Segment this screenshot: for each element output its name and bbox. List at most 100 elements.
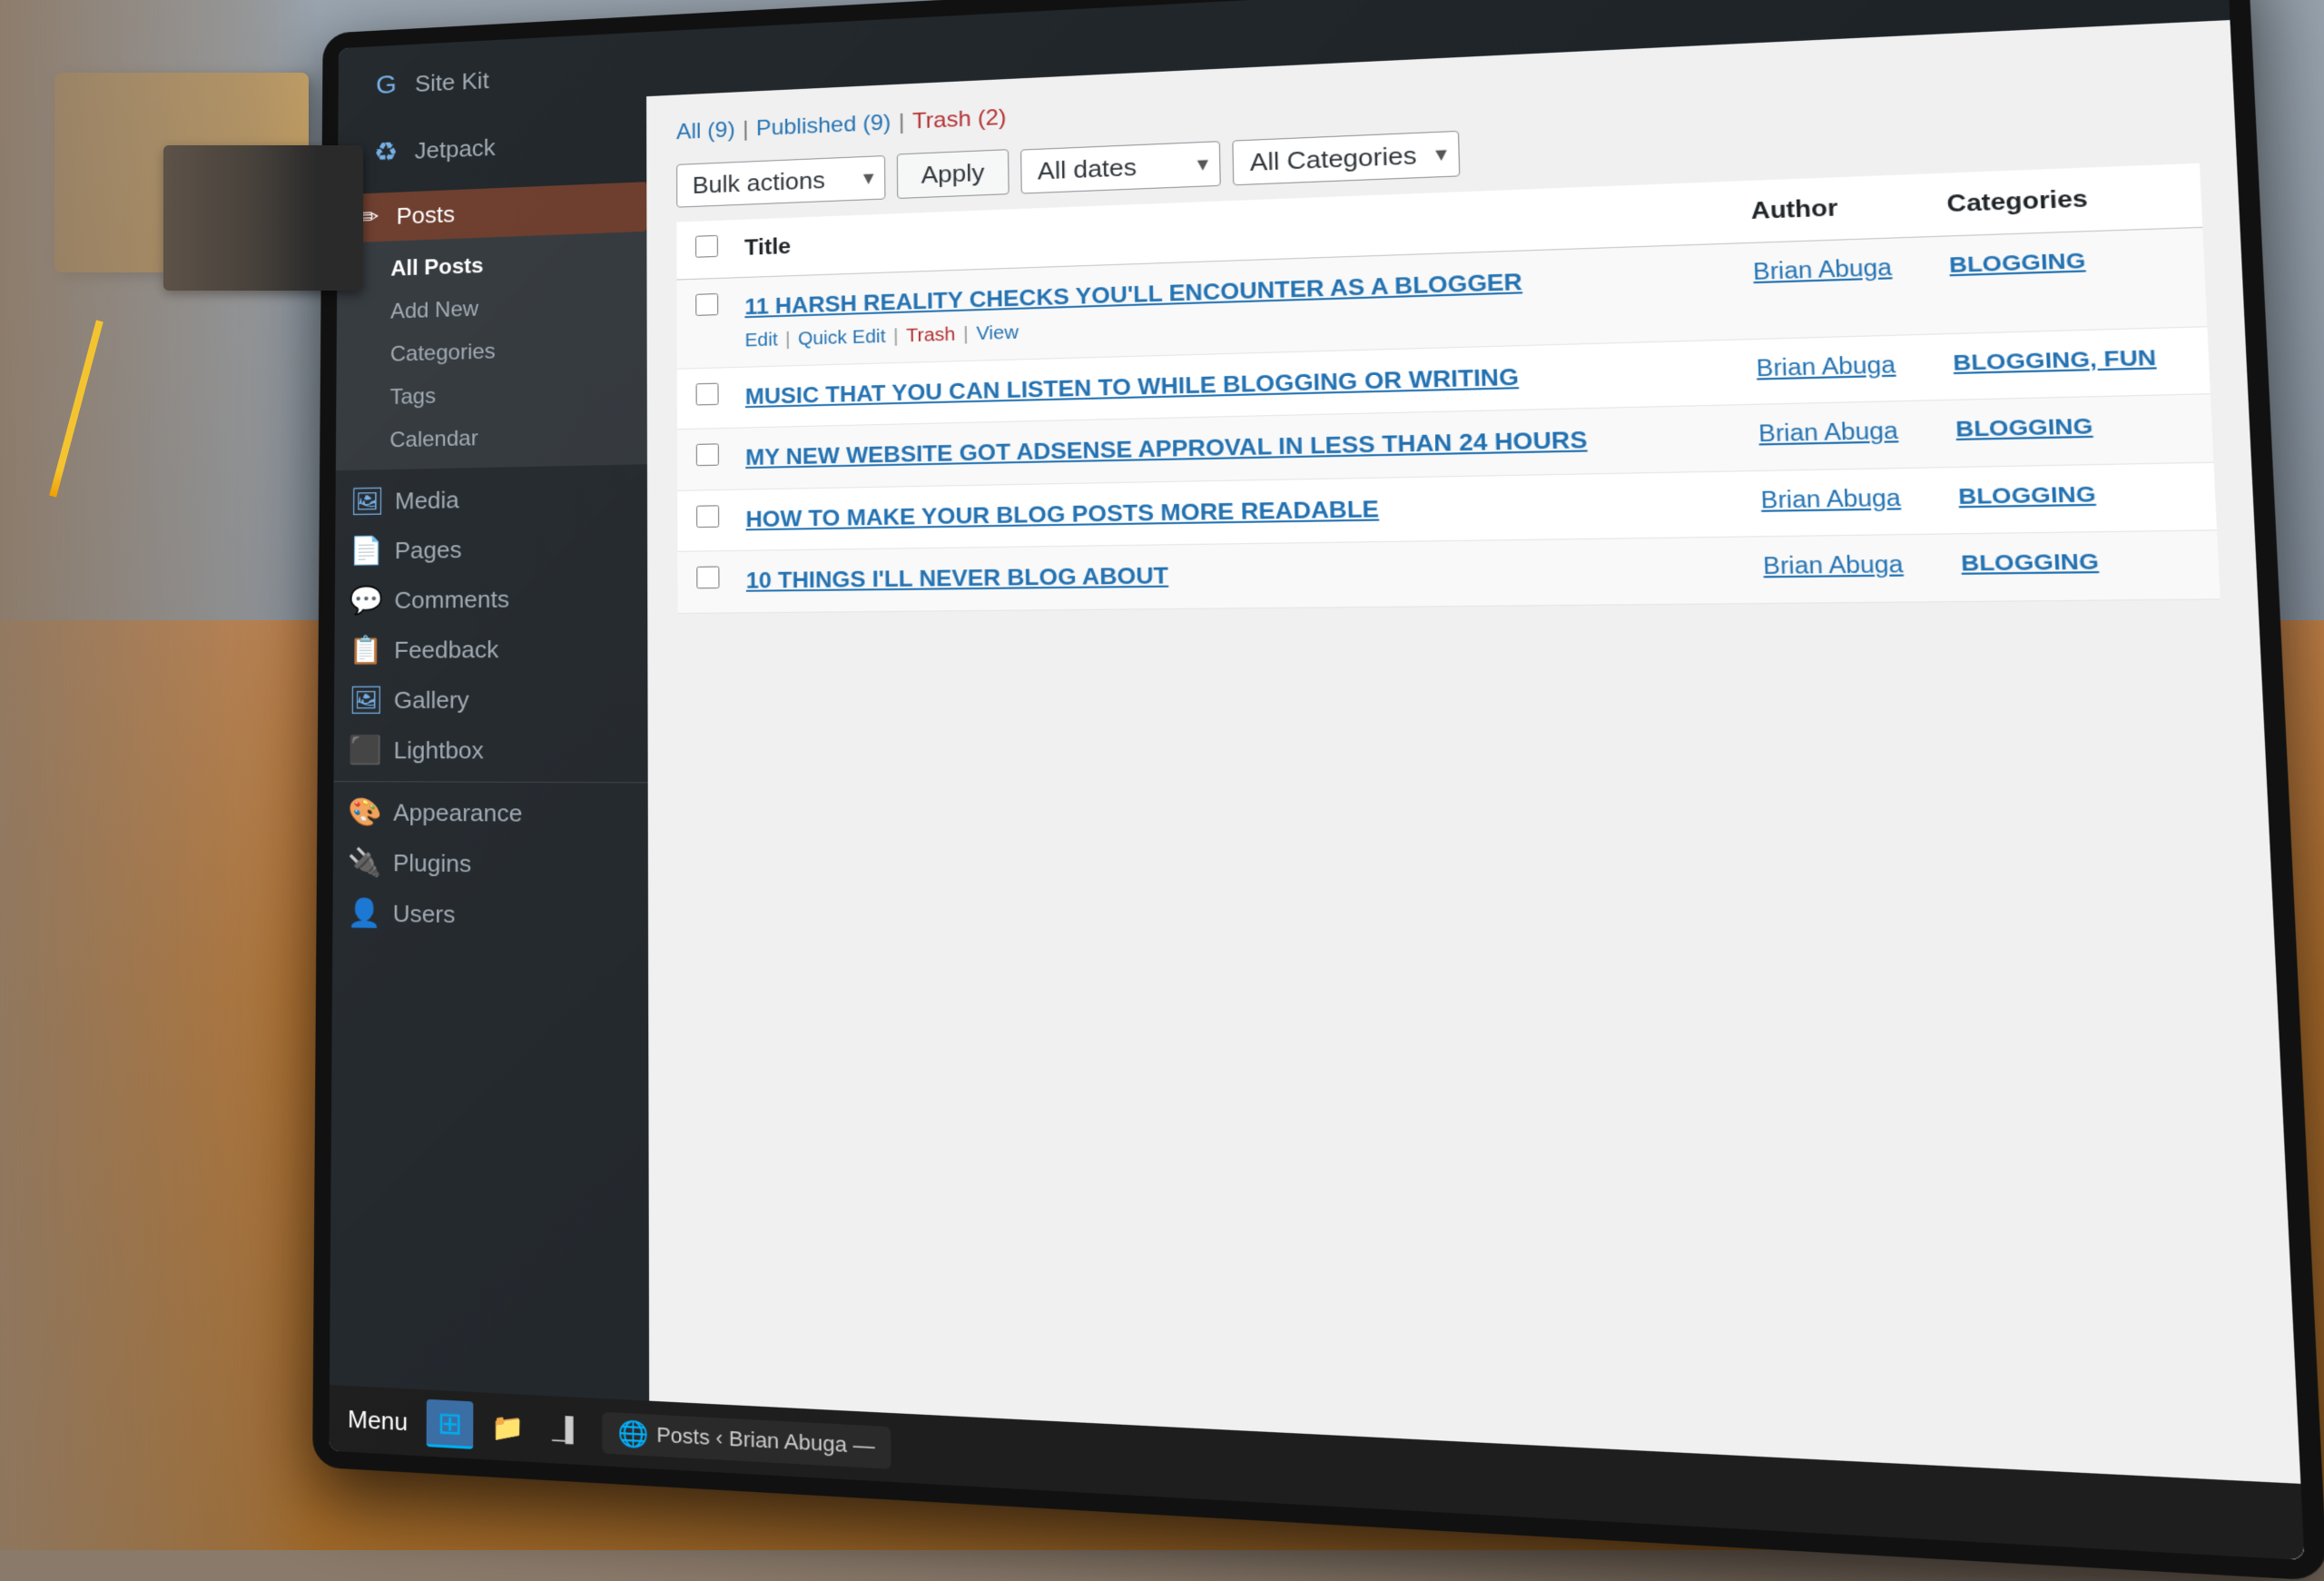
filter-sep2: | [899, 110, 905, 136]
categories-label: Categories [390, 340, 496, 367]
sidebar-item-feedback[interactable]: 📋 Feedback [334, 623, 647, 676]
row-checkbox[interactable] [696, 444, 719, 467]
posts-table-body: 11 HARSH REALITY CHECKS YOU'LL ENCOUNTER… [676, 227, 2220, 613]
post-author-link[interactable]: Brian Abuga [1760, 485, 1901, 513]
filter-published-label: Published (9) [756, 110, 891, 141]
sidebar-item-jetpack-label: Jetpack [415, 133, 496, 164]
filter-trash[interactable]: Trash (2) [912, 104, 1007, 134]
post-author-link[interactable]: Brian Abuga [1758, 418, 1899, 447]
row-checkbox[interactable] [696, 567, 719, 589]
filter-trash-label: Trash (2) [912, 104, 1007, 133]
comments-icon: 💬 [350, 585, 382, 617]
sidebar-item-comments[interactable]: 💬 Comments [335, 573, 648, 627]
action-separator: | [893, 326, 899, 348]
row-checkbox[interactable] [695, 293, 718, 316]
sidebar-item-calendar[interactable]: Calendar [336, 413, 647, 464]
sidebar-item-users[interactable]: 👤 Users [332, 888, 648, 944]
laptop-frame: G Site Kit ♻ Jetpack ✏ Posts All Posts [312, 0, 2324, 1581]
row-checkbox[interactable] [696, 505, 719, 528]
dates-select[interactable]: All dates [1020, 141, 1221, 193]
plugins-label: Plugins [393, 849, 471, 878]
appearance-label: Appearance [393, 798, 522, 827]
post-author-link[interactable]: Brian Abuga [1763, 551, 1904, 579]
action-separator: | [785, 329, 791, 350]
row-author-cell: Brian Abuga [1747, 534, 1946, 603]
comments-label: Comments [394, 586, 509, 615]
gallery-icon: 🖼 [349, 685, 381, 716]
row-categories-cell: BLOGGING, FUN [1936, 326, 2211, 400]
row-checkbox[interactable] [696, 382, 719, 405]
add-new-label: Add New [390, 297, 478, 324]
sidebar-item-plugins[interactable]: 🔌 Plugins [333, 837, 648, 891]
row-categories-cell: BLOGGING [1939, 394, 2214, 468]
row-author-cell: Brian Abuga [1737, 237, 1936, 340]
row-categories-cell: BLOGGING [1942, 462, 2217, 534]
filter-sep1: | [743, 117, 749, 143]
pages-icon: 📄 [350, 535, 382, 567]
sidebar-top-items: G Site Kit ♻ Jetpack [338, 32, 646, 194]
post-author-link[interactable]: Brian Abuga [1756, 351, 1896, 380]
sidebar-item-tags[interactable]: Tags [336, 370, 647, 421]
row-checkbox-cell [677, 428, 733, 490]
post-category-link[interactable]: BLOGGING [1961, 549, 2100, 577]
post-category-link[interactable]: BLOGGING [1955, 413, 2093, 441]
header-categories-col: Categories [1930, 163, 2202, 237]
plugins-icon: 🔌 [348, 847, 380, 880]
post-title-link[interactable]: HOW TO MAKE YOUR BLOG POSTS MORE READABL… [745, 497, 1379, 532]
sidebar-item-appearance[interactable]: 🎨 Appearance [333, 787, 648, 840]
gallery-label: Gallery [394, 687, 469, 715]
browser-tab[interactable]: 🌐 Posts ‹ Brian Abuga — [646, 1411, 891, 1468]
sidebar-item-pages[interactable]: 📄 Pages [335, 522, 647, 577]
action-separator: | [963, 323, 969, 345]
filter-published[interactable]: Published (9) [756, 110, 891, 142]
apply-button[interactable]: Apply [897, 149, 1009, 199]
post-category-link[interactable]: BLOGGING, FUN [1953, 344, 2157, 374]
filter-all[interactable]: All (9) [676, 117, 735, 145]
row-categories-cell: BLOGGING [1933, 227, 2208, 333]
row-checkbox-cell [677, 367, 733, 430]
browser-tab-label: Posts ‹ Brian Abuga — [656, 1422, 875, 1459]
row-action-trash[interactable]: Trash [906, 324, 955, 347]
appearance-icon: 🎨 [348, 796, 380, 828]
sidebar-item-sitekit[interactable]: G Site Kit [356, 49, 628, 111]
categories-wrapper: All Categories ▾ [1232, 130, 1460, 184]
select-all-checkbox[interactable] [695, 235, 718, 258]
sidebar-item-posts-label: Posts [397, 201, 456, 231]
wp-main: All (9) | Published (9) | Trash (2) [646, 0, 2305, 1560]
sidebar-item-sitekit-label: Site Kit [415, 66, 489, 97]
row-author-cell: Brian Abuga [1745, 467, 1945, 537]
posts-table: Title Author Categories [676, 163, 2220, 614]
row-action-edit[interactable]: Edit [744, 330, 777, 351]
chrome-icon: 🌐 [646, 1418, 649, 1450]
post-title-link[interactable]: 10 THINGS I'LL NEVER BLOG ABOUT [746, 564, 1168, 594]
post-title-link[interactable]: MY NEW WEBSITE GOT ADSENSE APPROVAL IN L… [745, 428, 1588, 471]
sidebar-item-gallery[interactable]: 🖼 Gallery [334, 675, 648, 726]
post-author-link[interactable]: Brian Abuga [1753, 254, 1893, 284]
posts-parent: ✏ Posts All Posts Add New Categories Tag… [336, 182, 647, 470]
row-author-cell: Brian Abuga [1742, 400, 1941, 471]
feedback-label: Feedback [394, 636, 498, 665]
row-checkbox-cell [677, 551, 733, 614]
posts-table-container: Title Author Categories [676, 163, 2220, 614]
sidebar-item-media[interactable]: 🖼 Media [335, 471, 647, 527]
post-title-link[interactable]: MUSIC THAT YOU CAN LISTEN TO WHILE BLOGG… [745, 364, 1519, 410]
sidebar-item-jetpack[interactable]: ♻ Jetpack [356, 117, 628, 178]
sidebar-item-lightbox[interactable]: ⬛ Lightbox [334, 726, 648, 776]
sitekit-icon: G [370, 70, 403, 102]
sidebar-divider [333, 781, 647, 783]
all-posts-label: All Posts [390, 253, 483, 281]
bulk-actions-select[interactable]: Bulk actions [676, 155, 885, 208]
feedback-icon: 📋 [349, 635, 381, 667]
row-checkbox-cell [677, 489, 733, 552]
media-icon: 🖼 [350, 486, 382, 518]
row-title-cell: 10 THINGS I'LL NEVER BLOG ABOUT [733, 537, 1749, 612]
post-category-link[interactable]: BLOGGING [1949, 248, 2086, 277]
users-icon: 👤 [347, 897, 379, 930]
post-category-link[interactable]: BLOGGING [1958, 481, 2096, 509]
row-action-quick-edit[interactable]: Quick Edit [798, 326, 886, 350]
categories-select[interactable]: All Categories [1232, 130, 1460, 184]
row-action-view[interactable]: View [976, 322, 1019, 345]
jetpack-icon: ♻ [369, 136, 402, 169]
lightbox-icon: ⬛ [349, 735, 381, 766]
calendar-label: Calendar [389, 426, 478, 452]
